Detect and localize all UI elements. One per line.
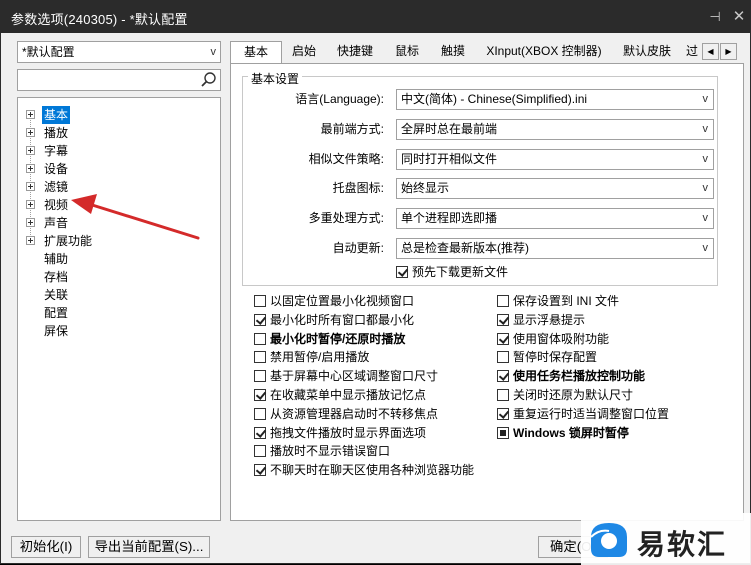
watermark-logo-icon	[590, 523, 627, 557]
watermark: 易软汇	[581, 513, 751, 565]
watermark-text: 易软汇	[637, 529, 728, 560]
annotation-arrow-icon	[71, 194, 200, 240]
options-dialog: 参数选项(240305) - *默认配置 ⊣ ✕ *默认配置 v 基本 播放 字幕设…	[0, 0, 751, 565]
